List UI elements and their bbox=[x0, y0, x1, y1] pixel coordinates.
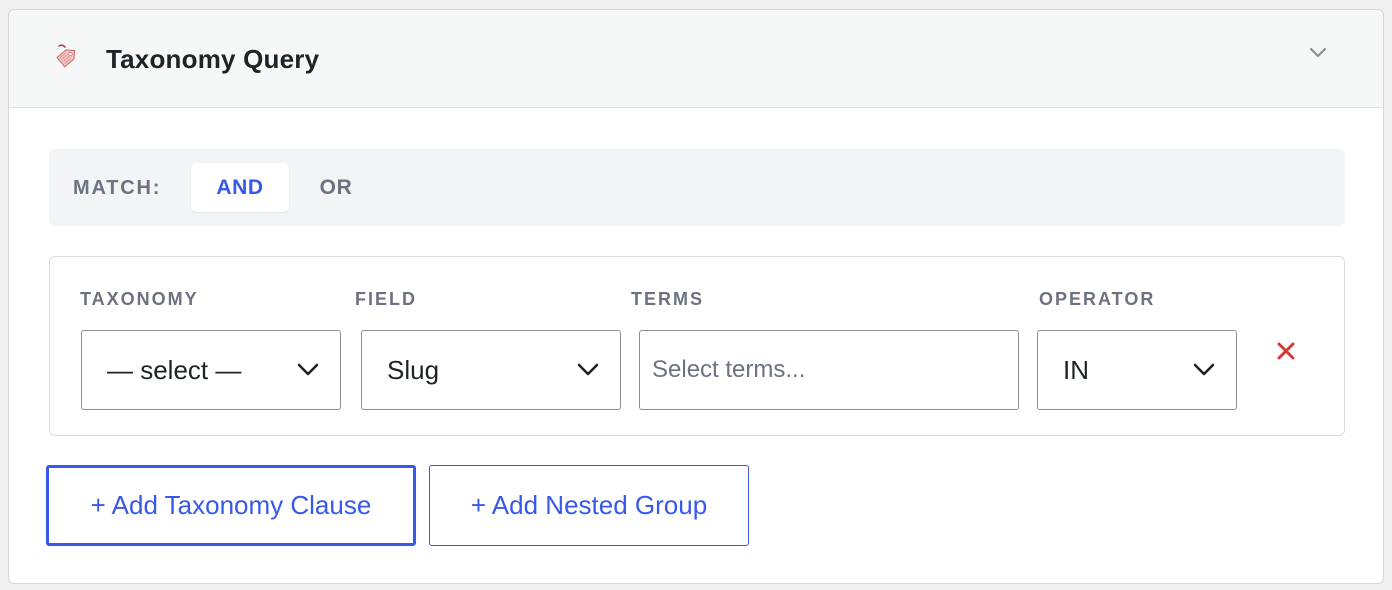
taxonomy-column-label: TAXONOMY bbox=[80, 289, 199, 309]
terms-column-label: TERMS bbox=[631, 289, 704, 309]
add-nested-group-button[interactable]: + Add Nested Group bbox=[429, 465, 749, 546]
match-and-button[interactable]: AND bbox=[191, 163, 289, 212]
terms-input[interactable] bbox=[639, 330, 1019, 410]
close-icon[interactable] bbox=[1274, 339, 1298, 363]
taxonomy-clause: TAXONOMY FIELD TERMS OPERATOR — select —… bbox=[49, 256, 1345, 436]
chevron-down-icon[interactable] bbox=[1303, 40, 1333, 64]
operator-select[interactable]: IN bbox=[1037, 330, 1237, 410]
operator-select-value: IN bbox=[1063, 355, 1089, 385]
match-label: MATCH: bbox=[73, 177, 162, 199]
chevron-down-icon bbox=[297, 363, 319, 376]
field-select[interactable]: Slug bbox=[361, 330, 621, 410]
taxonomy-select[interactable]: — select — bbox=[81, 330, 341, 410]
field-select-value: Slug bbox=[387, 355, 440, 385]
add-taxonomy-clause-button[interactable]: + Add Taxonomy Clause bbox=[46, 465, 416, 546]
taxonomy-select-value: — select — bbox=[107, 355, 242, 385]
taxonomy-query-panel: Taxonomy Query MATCH: AND OR TAXONOMY FI… bbox=[8, 9, 1384, 584]
tag-icon bbox=[56, 44, 76, 68]
chevron-down-icon bbox=[577, 363, 599, 376]
chevron-down-icon bbox=[1193, 363, 1215, 376]
panel-header[interactable]: Taxonomy Query bbox=[9, 10, 1383, 108]
field-column-label: FIELD bbox=[355, 289, 417, 309]
operator-column-label: OPERATOR bbox=[1039, 289, 1156, 309]
panel-title: Taxonomy Query bbox=[106, 44, 320, 74]
match-or-button[interactable]: OR bbox=[302, 163, 370, 212]
match-bar: MATCH: AND OR bbox=[49, 149, 1345, 226]
